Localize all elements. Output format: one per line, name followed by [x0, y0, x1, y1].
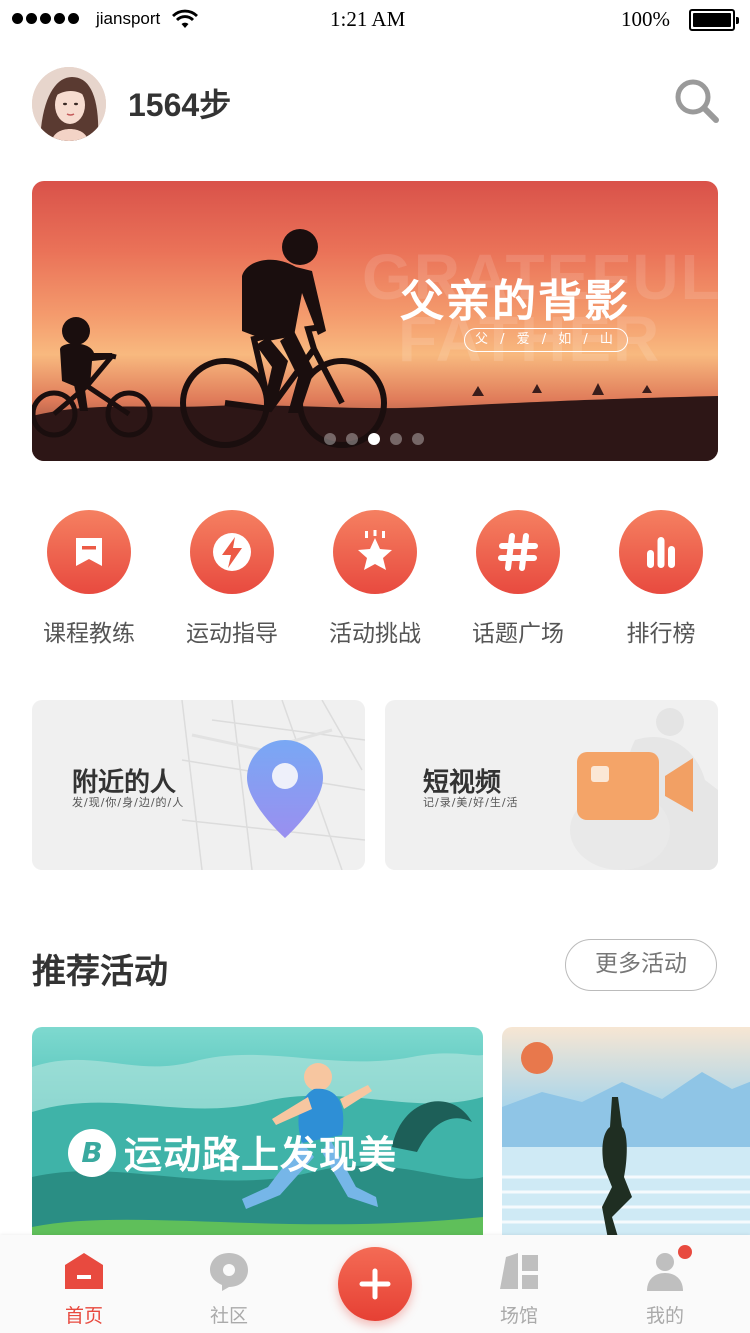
add-button[interactable]: [338, 1247, 412, 1321]
tab-venue[interactable]: 场馆: [464, 1251, 574, 1328]
card-subtitle: 发/现/你/身/边/的/人: [72, 796, 185, 809]
quick-menu: 课程教练 运动指导 活动挑战 话题广场 排行榜: [0, 510, 750, 650]
menu-item-sport-guide[interactable]: 运动指导: [172, 510, 292, 648]
short-video-card[interactable]: 短视频 记/录/美/好/生/活: [385, 700, 718, 870]
bookmark-icon: [47, 510, 131, 594]
menu-label: 活动挑战: [329, 621, 421, 647]
signal-strength-icon: [12, 13, 79, 24]
tab-label: 社区: [209, 1305, 248, 1327]
carousel-dot[interactable]: [346, 433, 358, 445]
tab-label: 首页: [64, 1305, 103, 1327]
bottom-tab-bar: 首页 社区 场馆 我的: [0, 1235, 750, 1333]
menu-item-challenge[interactable]: 活动挑战: [315, 510, 435, 648]
banner-title: 父亲的背影: [400, 276, 630, 327]
menu-label: 排行榜: [626, 621, 696, 647]
card-subtitle: 记/录/美/好/生/活: [423, 796, 519, 809]
carousel-dot-active[interactable]: [368, 433, 380, 445]
step-count: 1564步: [128, 87, 232, 123]
activity-card[interactable]: [502, 1027, 750, 1257]
tab-label: 场馆: [499, 1305, 538, 1327]
wifi-icon: [172, 9, 198, 28]
menu-label: 话题广场: [472, 621, 564, 647]
star-icon: [333, 510, 417, 594]
plus-icon: [359, 1268, 391, 1300]
home-icon: [63, 1251, 105, 1291]
bar-chart-icon: [619, 510, 703, 594]
menu-item-topics[interactable]: 话题广场: [458, 510, 578, 648]
avatar-portrait: [32, 67, 106, 141]
status-bar: jiansport 1:21 AM 100%: [0, 0, 750, 40]
carrier-name: jiansport: [96, 9, 161, 28]
more-activities-button[interactable]: 更多活动: [565, 939, 717, 991]
activity-title: 运动路上发现美: [124, 1133, 398, 1177]
tab-profile[interactable]: 我的: [610, 1245, 720, 1328]
chat-bubble-icon: [208, 1251, 250, 1291]
banner-carousel[interactable]: GRATEFUL FATHER 父亲的背影 父 / 爱 / 如 / 山: [32, 181, 718, 461]
lightning-icon: [190, 510, 274, 594]
menu-item-leaderboard[interactable]: 排行榜: [601, 510, 721, 648]
carousel-dot[interactable]: [412, 433, 424, 445]
carousel-dot[interactable]: [324, 433, 336, 445]
user-icon: [644, 1245, 692, 1291]
menu-label: 课程教练: [43, 621, 135, 647]
tab-community[interactable]: 社区: [174, 1251, 284, 1328]
section-title: 推荐活动: [32, 952, 168, 992]
avatar[interactable]: [32, 67, 106, 141]
battery-fill: [693, 13, 731, 27]
brand-logo-icon: B: [68, 1129, 116, 1177]
menu-item-course-coach[interactable]: 课程教练: [29, 510, 149, 648]
clock: 1:21 AM: [330, 7, 406, 31]
menu-label: 运动指导: [186, 621, 278, 647]
carousel-dot[interactable]: [390, 433, 402, 445]
nearby-people-card[interactable]: 附近的人 发/现/你/身/边/的/人: [32, 700, 365, 870]
building-icon: [498, 1251, 540, 1291]
notification-dot: [678, 1245, 692, 1259]
tab-label: 我的: [645, 1305, 684, 1327]
battery-icon: [689, 9, 739, 31]
search-icon[interactable]: [672, 76, 722, 126]
banner-subtitle: 父 / 爱 / 如 / 山: [464, 328, 628, 352]
carousel-indicator: [324, 433, 424, 445]
battery-percentage: 100%: [621, 7, 670, 31]
yoga-illustration: [502, 1042, 750, 1257]
hashtag-icon: [476, 510, 560, 594]
activity-card[interactable]: B 运动路上发现美: [32, 1027, 483, 1257]
tab-home[interactable]: 首页: [29, 1251, 139, 1328]
